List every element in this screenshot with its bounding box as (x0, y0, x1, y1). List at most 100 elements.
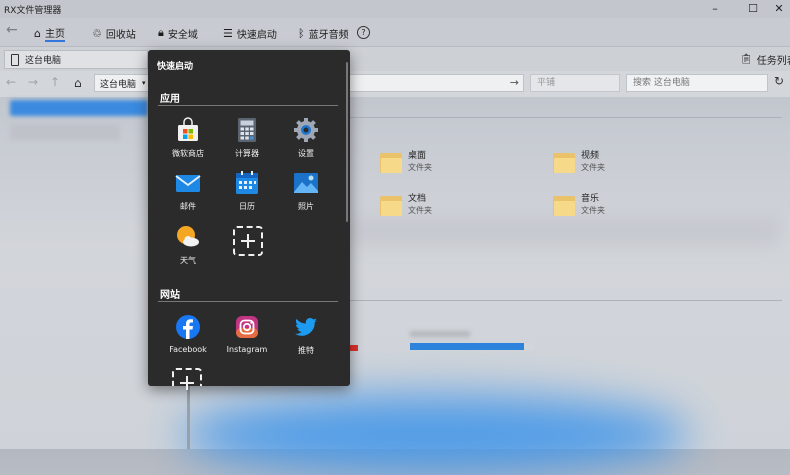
back-icon[interactable]: ← (6, 75, 16, 89)
app-tile-photos[interactable]: 照片 (277, 170, 335, 220)
folder-icon (380, 150, 402, 174)
app-label: 计算器 (235, 149, 259, 158)
drive-indicator (350, 345, 358, 351)
nav-bluetooth-audio[interactable]: ᛒ 蓝牙音频 (298, 24, 349, 42)
up-icon[interactable]: ↑ (50, 75, 60, 89)
task-list-label: 任务列表 (756, 56, 790, 67)
folder-type: 文件夹 (581, 163, 605, 172)
app-label: 日历 (239, 202, 255, 211)
title-bar: RX文件管理器 – ☐ ✕ (0, 0, 790, 18)
list-icon: ☰ (223, 26, 233, 40)
twitter-icon (295, 318, 317, 336)
mail-icon (175, 175, 201, 192)
help-icon[interactable]: ? (357, 26, 370, 39)
nav-security-vault-label: 安全域 (167, 29, 198, 41)
tab-this-pc[interactable]: 这台电脑 (4, 50, 148, 69)
home-icon: ⌂ (34, 26, 41, 40)
tab-phone-icon (11, 53, 19, 66)
sidebar-item-selected[interactable] (10, 100, 148, 116)
folder-name: 视频 (581, 151, 600, 161)
app-label: 邮件 (180, 202, 196, 211)
nav-quick-launch-label: 快速启动 (236, 29, 277, 41)
recycle-bin-icon: ♲ (92, 26, 102, 40)
blurred-area (350, 216, 780, 246)
folder-name: 桌面 (408, 151, 427, 161)
clipboard-icon: 📋︎ (740, 54, 753, 65)
folder-music[interactable]: 音乐 文件夹 (553, 193, 605, 217)
back-arrow-icon[interactable]: ← (6, 22, 18, 38)
drag-handle (187, 386, 190, 449)
section-divider (350, 300, 782, 301)
address-home-icon[interactable]: ⌂ (74, 76, 82, 90)
section-divider (158, 105, 338, 106)
minimize-button[interactable]: – (700, 0, 730, 18)
popup-title: 快速启动 (157, 62, 194, 72)
app-title: RX文件管理器 (4, 6, 62, 16)
site-label: Instagram (226, 345, 268, 354)
tab-row: 这台电脑 (0, 47, 790, 71)
drive-label (410, 331, 470, 337)
go-arrow-icon[interactable]: → (510, 76, 519, 89)
site-label: Facebook (169, 345, 207, 354)
close-button[interactable]: ✕ (764, 0, 790, 18)
calendar-icon (236, 171, 258, 194)
store-icon (178, 117, 198, 141)
app-tile-store[interactable]: 微软商店 (159, 117, 217, 167)
app-label: 照片 (298, 202, 314, 211)
blurred-blue-area (180, 395, 690, 475)
apps-section-title: 应用 (160, 94, 180, 105)
task-list-button[interactable]: 📋︎ 任务列表 (740, 52, 790, 67)
chevron-down-icon[interactable]: ▾ (142, 79, 146, 87)
lock-icon: 🔒︎ (158, 26, 164, 39)
forward-icon[interactable]: → (28, 75, 38, 89)
app-tile-settings[interactable]: 设置 (277, 117, 335, 167)
search-input[interactable]: 搜索 这台电脑 (626, 74, 768, 92)
facebook-icon (176, 315, 200, 339)
folder-type: 文件夹 (408, 206, 432, 215)
photos-icon (294, 173, 318, 193)
music-folder-icon (553, 193, 575, 217)
nav-home-label: 主页 (44, 25, 65, 42)
folder-name: 文档 (408, 194, 427, 204)
app-tile-mail[interactable]: 邮件 (159, 170, 217, 220)
instagram-icon (236, 316, 258, 338)
popup-scrollbar[interactable] (346, 62, 348, 222)
sidebar-item[interactable] (10, 124, 120, 140)
folder-type: 文件夹 (581, 206, 605, 215)
nav-recycle-bin[interactable]: ♲ 回收站 (92, 24, 136, 42)
sites-section-title: 网站 (160, 290, 180, 301)
nav-quick-launch[interactable]: ☰ 快速启动 (223, 24, 277, 42)
folder-name: 音乐 (581, 194, 600, 204)
site-tile-facebook[interactable]: Facebook (159, 314, 217, 364)
site-tile-instagram[interactable]: Instagram (218, 314, 276, 364)
site-label: 推特 (298, 346, 314, 355)
address-path: 这台电脑 (100, 79, 137, 90)
app-label: 天气 (180, 256, 196, 265)
app-tile-calendar[interactable]: 日历 (218, 170, 276, 220)
top-navigation: ← ⌂ 主页 ♲ 回收站 🔒︎ 安全域 ☰ 快速启动 ᛒ 蓝牙音频 (0, 18, 790, 47)
add-app-icon[interactable] (233, 226, 263, 256)
document-folder-icon (380, 193, 402, 217)
folder-documents[interactable]: 文档 文件夹 (380, 193, 432, 217)
calculator-icon (238, 118, 256, 142)
add-site-icon[interactable] (172, 368, 202, 390)
nav-home[interactable]: ⌂ 主页 (34, 24, 65, 42)
folder-desktop[interactable]: 桌面 文件夹 (380, 150, 432, 174)
app-label: 微软商店 (172, 149, 204, 158)
view-mode-select[interactable]: 平铺 (530, 74, 620, 92)
video-folder-icon (553, 150, 575, 174)
nav-security-vault[interactable]: 🔒︎ 安全域 (158, 24, 198, 42)
quick-launch-popup: 快速启动 应用 微软商店 计算器 设置 邮件 日历 照片 天气 网站 Faceb… (148, 50, 350, 390)
folder-videos[interactable]: 视频 文件夹 (553, 150, 605, 174)
section-divider (350, 117, 782, 118)
app-tile-calculator[interactable]: 计算器 (218, 117, 276, 167)
site-tile-twitter[interactable]: 推特 (277, 314, 335, 364)
tab-label: 这台电脑 (25, 56, 62, 66)
nav-recycle-bin-label: 回收站 (105, 29, 136, 41)
refresh-icon[interactable]: ↻ (774, 74, 784, 88)
nav-bluetooth-audio-label: 蓝牙音频 (308, 29, 349, 41)
drive-usage-bar (410, 343, 524, 350)
weather-icon (177, 226, 199, 247)
app-tile-weather[interactable]: 天气 (159, 224, 217, 274)
bluetooth-icon: ᛒ (298, 26, 305, 40)
